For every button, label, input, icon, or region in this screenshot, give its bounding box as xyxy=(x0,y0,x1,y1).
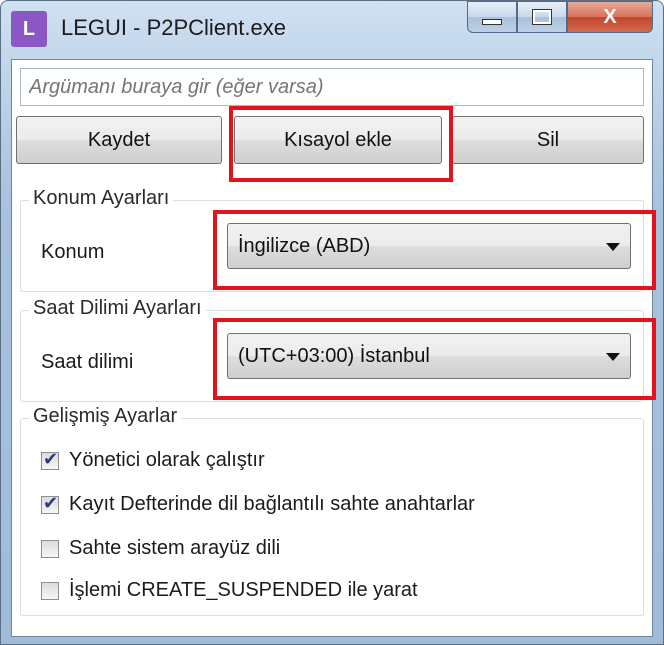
registry-fake-keys-checkbox[interactable] xyxy=(41,493,59,514)
minimize-button[interactable] xyxy=(467,1,517,33)
timezone-select[interactable]: (UTC+03:00) İstanbul xyxy=(227,333,631,379)
app-icon: L xyxy=(11,11,47,47)
chevron-down-icon xyxy=(606,243,620,251)
arguments-input[interactable] xyxy=(20,68,644,106)
app-window: L LEGUI - P2PClient.exe X Kaydet Kısayol… xyxy=(0,0,664,645)
location-settings-legend: Konum Ayarları xyxy=(29,187,174,210)
window-title: LEGUI - P2PClient.exe xyxy=(61,15,286,40)
run-as-admin-label: Yönetici olarak çalıştır xyxy=(69,449,265,471)
maximize-button[interactable] xyxy=(517,1,567,33)
fake-ui-language-option[interactable]: Sahte sistem arayüz dili xyxy=(41,537,280,560)
location-settings-group: Konum Ayarları Konum İngilizce (ABD) xyxy=(20,187,644,292)
advanced-settings-legend: Gelişmiş Ayarlar xyxy=(29,405,182,428)
location-select-value: İngilizce (ABD) xyxy=(238,235,371,257)
run-as-admin-option[interactable]: Yönetici olarak çalıştır xyxy=(41,449,265,472)
create-suspended-checkbox[interactable] xyxy=(41,581,59,600)
add-shortcut-button[interactable]: Kısayol ekle xyxy=(234,116,442,164)
timezone-label: Saat dilimi xyxy=(41,351,134,373)
fake-ui-language-checkbox[interactable] xyxy=(41,539,59,558)
location-label: Konum xyxy=(41,241,105,263)
run-as-admin-checkbox[interactable] xyxy=(41,449,59,470)
minimize-icon xyxy=(482,19,502,25)
registry-fake-keys-option[interactable]: Kayıt Defterinde dil bağlantılı sahte an… xyxy=(41,493,475,516)
close-icon: X xyxy=(603,5,617,28)
create-suspended-option[interactable]: İşlemi CREATE_SUSPENDED ile yarat xyxy=(41,579,418,602)
timezone-select-value: (UTC+03:00) İstanbul xyxy=(238,345,430,367)
create-suspended-label: İşlemi CREATE_SUSPENDED ile yarat xyxy=(69,579,418,601)
timezone-settings-group: Saat Dilimi Ayarları Saat dilimi (UTC+03… xyxy=(20,297,644,402)
timezone-settings-legend: Saat Dilimi Ayarları xyxy=(29,297,206,320)
delete-button[interactable]: Sil xyxy=(452,116,644,164)
chevron-down-icon xyxy=(606,353,620,361)
advanced-settings-group: Gelişmiş Ayarlar Yönetici olarak çalıştı… xyxy=(20,405,644,616)
fake-ui-language-label: Sahte sistem arayüz dili xyxy=(69,537,281,559)
title-bar[interactable]: L LEGUI - P2PClient.exe X xyxy=(1,1,663,59)
location-select[interactable]: İngilizce (ABD) xyxy=(227,223,631,269)
caption-buttons: X xyxy=(467,1,653,33)
client-area: Kaydet Kısayol ekle Sil Konum Ayarları K… xyxy=(11,59,653,637)
maximize-icon xyxy=(532,9,552,25)
close-button[interactable]: X xyxy=(567,1,653,33)
registry-fake-keys-label: Kayıt Defterinde dil bağlantılı sahte an… xyxy=(69,493,475,515)
save-button[interactable]: Kaydet xyxy=(16,116,222,164)
